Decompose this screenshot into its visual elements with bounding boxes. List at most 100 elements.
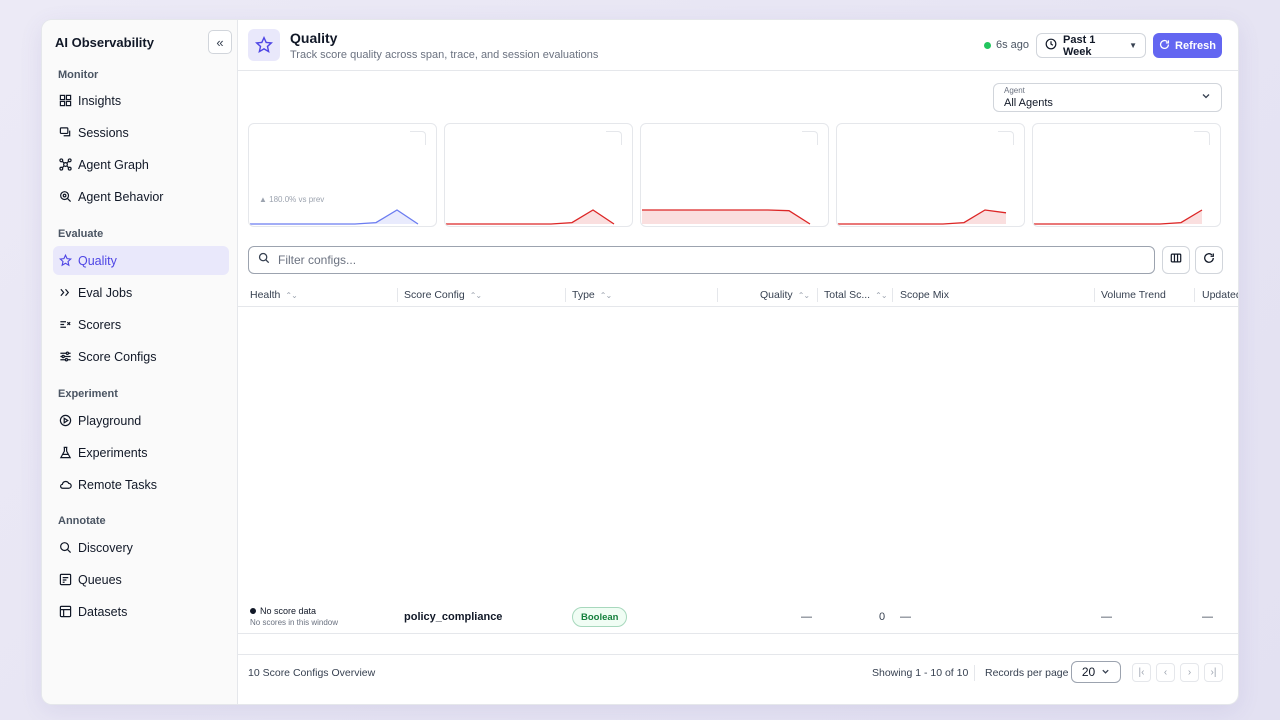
- sparkline-area: [1034, 210, 1202, 224]
- sidebar-item-remote-tasks[interactable]: Remote Tasks: [53, 470, 229, 499]
- expand-corner-icon: [802, 131, 818, 145]
- score-config-name[interactable]: policy_compliance: [404, 611, 502, 623]
- sidebar-item-discovery[interactable]: Discovery: [53, 533, 229, 562]
- column-type[interactable]: Type ⌃⌄: [572, 283, 611, 307]
- metric-card[interactable]: [640, 123, 829, 227]
- sidebar-item-label: Agent Behavior: [78, 189, 164, 204]
- sidebar-item-agent-behavior[interactable]: Agent Behavior: [53, 182, 229, 211]
- sparkline: [642, 209, 811, 225]
- section-annotate: Annotate: [58, 515, 106, 527]
- grid-icon: [59, 94, 72, 107]
- metric-card[interactable]: [1032, 123, 1221, 227]
- sidebar-item-label: Remote Tasks: [78, 477, 157, 492]
- column-label: Scope Mix: [900, 289, 950, 301]
- sidebar-item-playground[interactable]: Playground: [53, 406, 229, 435]
- refresh-label: Refresh: [1175, 39, 1216, 52]
- pagination-status: Showing 1 - 10 of 10: [872, 667, 969, 679]
- sidebar-item-label: Quality: [78, 253, 117, 268]
- column-scope-mix[interactable]: Scope Mix: [900, 283, 949, 307]
- sliders-icon: [59, 350, 72, 363]
- table-row[interactable]: No score data No scores in this window p…: [238, 602, 1238, 634]
- reload-table-button[interactable]: [1195, 246, 1223, 274]
- chevron-down-icon: [1201, 91, 1211, 104]
- chevron-right-icon: ›: [1187, 667, 1192, 678]
- column-divider[interactable]: [397, 288, 398, 302]
- scope-mix-cell: —: [900, 611, 911, 623]
- type-badge: Boolean: [572, 607, 628, 627]
- column-quality[interactable]: Quality ⌃⌄: [760, 283, 809, 307]
- column-volume-trend[interactable]: Volume Trend: [1101, 283, 1166, 307]
- sidebar-item-queues[interactable]: Queues: [53, 565, 229, 594]
- sidebar-item-label: Playground: [78, 413, 142, 428]
- sidebar-item-label: Scorers: [78, 317, 122, 332]
- sidebar-item-label: Experiments: [78, 445, 148, 460]
- volume-trend-cell: —: [1101, 611, 1112, 623]
- chat-icon: [59, 126, 72, 139]
- metric-card[interactable]: [836, 123, 1025, 227]
- chevron-left-icon: ‹: [1163, 667, 1168, 678]
- agent-select-value: All Agents: [1004, 97, 1053, 109]
- time-range-button[interactable]: Past 1 Week ▼: [1036, 33, 1146, 58]
- sidebar-item-insights[interactable]: Insights: [53, 86, 229, 115]
- sidebar-item-eval-jobs[interactable]: Eval Jobs: [53, 278, 229, 307]
- refresh-button[interactable]: Refresh: [1153, 33, 1222, 58]
- sidebar-item-label: Score Configs: [78, 349, 157, 364]
- column-total-scores[interactable]: Total Sc... ⌃⌄: [824, 283, 887, 307]
- agent-select[interactable]: Agent All Agents: [993, 83, 1222, 112]
- collapse-sidebar-button[interactable]: «: [208, 30, 232, 54]
- column-label: Score Config: [404, 289, 465, 301]
- time-range-label: Past 1 Week: [1063, 33, 1096, 58]
- sidebar-item-scorers[interactable]: Scorers: [53, 310, 229, 339]
- page-size-value: 20: [1081, 665, 1096, 679]
- sidebar-item-label: Datasets: [78, 604, 128, 619]
- column-divider[interactable]: [1094, 288, 1095, 302]
- sidebar-item-quality[interactable]: Quality: [53, 246, 229, 275]
- column-divider[interactable]: [892, 288, 893, 302]
- sparkline: [250, 209, 419, 225]
- prev-page-button[interactable]: ‹: [1156, 663, 1175, 682]
- column-divider[interactable]: [565, 288, 566, 302]
- sidebar-item-datasets[interactable]: Datasets: [53, 597, 229, 626]
- column-score-config[interactable]: Score Config ⌃⌄: [404, 283, 481, 307]
- expand-corner-icon: [1194, 131, 1210, 145]
- total-scores-cell: 0: [879, 611, 886, 623]
- sparkline-area: [642, 210, 810, 224]
- next-page-button[interactable]: ›: [1180, 663, 1199, 682]
- chevrons-icon: [59, 286, 72, 299]
- metric-card[interactable]: ▲ 180.0% vs prev: [248, 123, 437, 227]
- updated-cell: —: [1202, 611, 1213, 623]
- section-experiment: Experiment: [58, 388, 118, 400]
- column-divider[interactable]: [817, 288, 818, 302]
- sidebar-item-agent-graph[interactable]: Agent Graph: [53, 150, 229, 179]
- chevron-down-icon: [1101, 665, 1110, 679]
- column-label: Updated: [1202, 289, 1238, 301]
- sidebar-item-score-configs[interactable]: Score Configs: [53, 342, 229, 371]
- first-page-button[interactable]: |‹: [1132, 663, 1151, 682]
- columns-button[interactable]: [1162, 246, 1190, 274]
- filter-configs-input[interactable]: [278, 253, 1128, 267]
- column-label: Health: [250, 289, 281, 301]
- clock-icon: [1045, 38, 1057, 53]
- page-size-select[interactable]: 20: [1071, 661, 1121, 683]
- agent-select-label: Agent: [1004, 86, 1025, 95]
- column-divider[interactable]: [717, 288, 718, 302]
- metric-cards: ▲ 180.0% vs prev: [248, 123, 1222, 227]
- page-title: Quality: [290, 30, 338, 46]
- column-updated[interactable]: Updated: [1202, 283, 1238, 307]
- flask-icon: [59, 446, 72, 459]
- refresh-icon: [1203, 251, 1215, 269]
- search-icon: [59, 541, 72, 554]
- metric-card[interactable]: [444, 123, 633, 227]
- column-divider[interactable]: [1194, 288, 1195, 302]
- health-detail: No scores in this window: [250, 618, 339, 627]
- column-label: Total Sc...: [824, 289, 871, 301]
- column-health[interactable]: Health ⌃⌄: [250, 283, 297, 307]
- chevrons-left-icon: «: [216, 34, 224, 50]
- sparkline: [1034, 209, 1203, 225]
- last-page-button[interactable]: ›|: [1204, 663, 1223, 682]
- sidebar-item-experiments[interactable]: Experiments: [53, 438, 229, 467]
- sidebar-item-sessions[interactable]: Sessions: [53, 118, 229, 147]
- main-content: Quality Track score quality across span,…: [238, 20, 1238, 704]
- last-updated-text: 6s ago: [996, 39, 1030, 51]
- health-dot-icon: [250, 608, 256, 614]
